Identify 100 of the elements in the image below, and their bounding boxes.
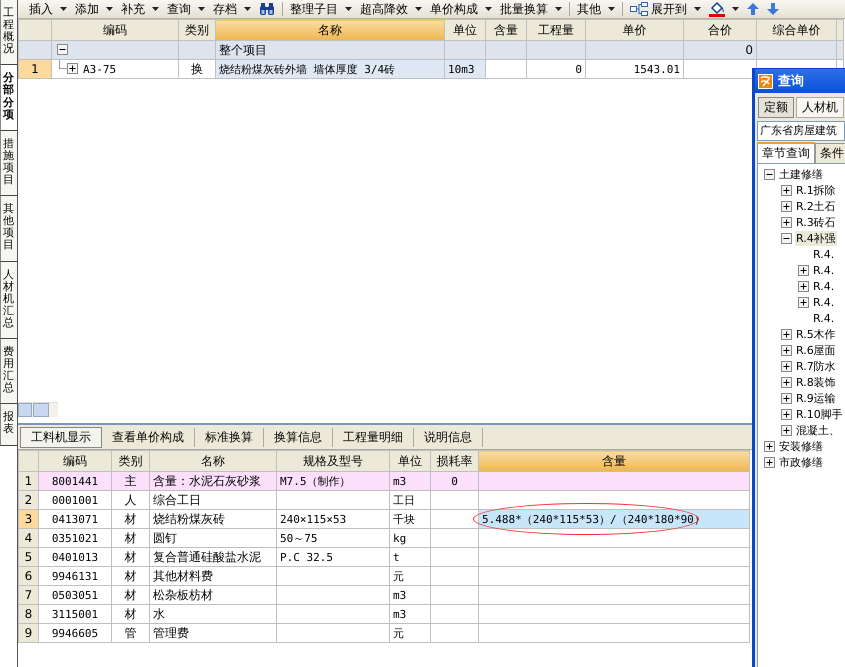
expand-toggle-icon[interactable]: [781, 360, 792, 372]
expand-toggle-icon[interactable]: [781, 328, 792, 340]
panel-tab[interactable]: 标准换算: [195, 428, 264, 446]
expand-toggle-icon[interactable]: [781, 408, 792, 420]
collapse-toggle-icon[interactable]: [781, 232, 792, 244]
panel-tab[interactable]: 换算信息: [264, 428, 333, 446]
expand-toggle-icon[interactable]: [781, 184, 792, 196]
expand-toggle-icon[interactable]: [781, 200, 792, 212]
collapse-toggle-icon[interactable]: [57, 44, 68, 55]
column-header[interactable]: 类别: [112, 450, 150, 472]
panel-tab[interactable]: 工料机显示: [20, 426, 102, 448]
search-icon[interactable]: [259, 2, 275, 16]
panel-tab[interactable]: 工程量明细: [333, 428, 414, 446]
expand-toggle-icon[interactable]: [798, 280, 809, 292]
table-cell: 工日: [390, 490, 430, 510]
caret-icon: [485, 7, 492, 11]
column-header[interactable]: 名称: [150, 450, 276, 472]
tree-item[interactable]: R.10脚手: [795, 406, 844, 422]
tree-item[interactable]: R.1拆除: [795, 182, 837, 198]
caret-icon: [694, 7, 701, 11]
tree-item[interactable]: R.8装饰: [795, 374, 837, 390]
toolbar-menu-button[interactable]: 批量换算: [497, 0, 565, 18]
row-number: 5: [18, 548, 38, 566]
tree-item[interactable]: R.4.: [812, 296, 836, 308]
column-header[interactable]: 含量: [478, 450, 750, 472]
table-cell: 1543.01: [586, 60, 684, 78]
column-header[interactable]: 类别: [178, 20, 216, 40]
tree-item[interactable]: 市政修缮: [778, 454, 824, 470]
column-header[interactable]: 工程量: [526, 20, 586, 40]
up-arrow-icon[interactable]: [747, 3, 759, 15]
side-tab[interactable]: 费用汇总: [0, 338, 17, 404]
side-tab[interactable]: 报表: [0, 404, 17, 446]
expand-toggle-icon[interactable]: [781, 344, 792, 356]
toolbar-menu-button[interactable]: 其他: [574, 0, 618, 18]
expand-toggle-icon[interactable]: [67, 63, 78, 74]
column-header[interactable]: 编码: [52, 20, 178, 40]
down-arrow-icon[interactable]: [767, 3, 779, 15]
table-cell: 材: [112, 604, 150, 624]
column-header[interactable]: 综合单价: [756, 20, 836, 40]
library-dropdown[interactable]: 广东省房屋建筑: [757, 121, 845, 141]
tree-item[interactable]: R.9运输: [795, 390, 837, 406]
panel-tab[interactable]: 查看单价构成: [102, 428, 195, 446]
panel-tab[interactable]: 说明信息: [414, 428, 483, 446]
tree-item[interactable]: R.4.: [812, 312, 836, 324]
side-tab[interactable]: 其他项目: [0, 196, 17, 262]
expand-toggle-icon[interactable]: [798, 264, 809, 276]
paint-bucket-icon: [709, 2, 725, 16]
expand-toggle-icon[interactable]: [781, 424, 792, 436]
column-header[interactable]: 含量: [486, 20, 526, 40]
tree-item[interactable]: R.4.: [812, 264, 836, 276]
tree-item[interactable]: 混凝土、: [795, 422, 841, 438]
tree-item[interactable]: R.3砖石: [795, 214, 837, 230]
table-cell: 烧结粉煤灰砖外墙 墙体厚度 3/4砖: [216, 60, 444, 78]
expand-toggle-icon[interactable]: [764, 456, 775, 468]
table-cell: 千块: [390, 510, 430, 528]
window-tab[interactable]: 定额: [758, 96, 794, 118]
row-number: 3: [18, 510, 38, 528]
column-header[interactable]: 单位: [390, 450, 430, 472]
fill-color-button[interactable]: [706, 2, 742, 16]
column-header[interactable]: 损耗率: [430, 450, 478, 472]
expand-toggle-icon[interactable]: [764, 440, 775, 452]
window-tab[interactable]: 章节查询: [757, 142, 815, 163]
toolbar-menu-button[interactable]: 超高降效: [357, 0, 425, 18]
toolbar-menu-button[interactable]: 查询: [164, 0, 208, 18]
tree-item[interactable]: R.6屋面: [795, 342, 837, 358]
expand-toggle-icon[interactable]: [781, 376, 792, 388]
toolbar-menu-button[interactable]: 添加: [72, 0, 116, 18]
window-tab[interactable]: 人材机: [796, 96, 844, 118]
expand-to-button[interactable]: 展开到: [627, 0, 704, 18]
horizontal-scrollbar[interactable]: [18, 402, 58, 417]
tree-item[interactable]: R.2土石: [795, 198, 837, 214]
side-tab[interactable]: 人材机汇总: [0, 262, 17, 339]
expand-toggle-icon[interactable]: [798, 296, 809, 308]
table-cell: 9946605: [38, 624, 112, 642]
expand-toggle-icon[interactable]: [781, 392, 792, 404]
tree-item[interactable]: R.7防水: [795, 358, 837, 374]
toolbar-menu-button[interactable]: 插入: [26, 0, 70, 18]
side-tab[interactable]: 措施项目: [0, 130, 17, 196]
side-tab[interactable]: 工程概况: [0, 0, 17, 66]
expand-toggle-icon[interactable]: [781, 216, 792, 228]
column-header[interactable]: 规格及型号: [276, 450, 390, 472]
column-header[interactable]: 名称: [216, 20, 444, 40]
toolbar-menu-button[interactable]: 单价构成: [427, 0, 495, 18]
toolbar-menu-button[interactable]: 整理子目: [287, 0, 355, 18]
window-tab[interactable]: 条件: [815, 143, 845, 163]
tree-item[interactable]: 安装修缮: [778, 438, 824, 454]
table-cell: 0401013: [38, 548, 112, 566]
side-tab[interactable]: 分部分项: [0, 65, 17, 131]
toolbar-menu-button[interactable]: 补充: [118, 0, 162, 18]
tree-item[interactable]: R.4补强: [795, 230, 837, 246]
collapse-toggle-icon[interactable]: [764, 168, 775, 180]
column-header[interactable]: 合价: [684, 20, 756, 40]
column-header[interactable]: 编码: [38, 450, 112, 472]
column-header[interactable]: 单位: [444, 20, 486, 40]
tree-item[interactable]: R.4.: [812, 248, 836, 260]
toolbar-menu-button[interactable]: 存档: [210, 0, 254, 18]
tree-item[interactable]: R.5木作: [795, 326, 837, 342]
tree-item[interactable]: 土建修缮: [778, 166, 824, 182]
tree-item[interactable]: R.4.: [812, 280, 836, 292]
column-header[interactable]: 单价: [586, 20, 684, 40]
